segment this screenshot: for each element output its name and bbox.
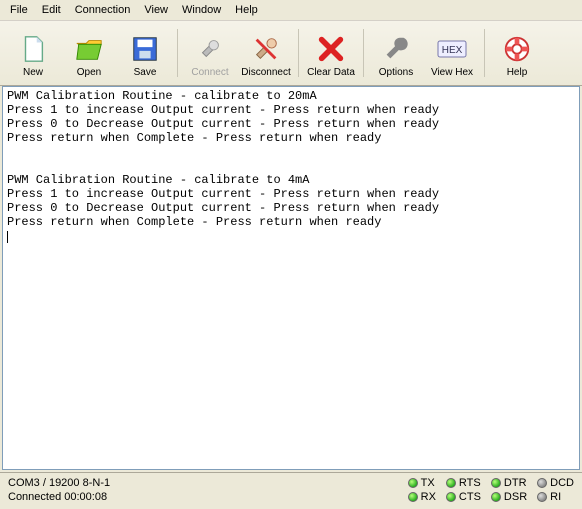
svg-text:HEX: HEX bbox=[442, 45, 463, 56]
connect-button[interactable]: Connect bbox=[183, 25, 237, 81]
toolbar: New Open Save Connect Disconnect Clear D… bbox=[0, 21, 582, 86]
plug-connect-icon bbox=[194, 33, 226, 65]
hex-icon: HEX bbox=[436, 33, 468, 65]
lifebuoy-help-icon bbox=[501, 33, 533, 65]
led-dtr: DTR bbox=[491, 477, 527, 489]
save-label: Save bbox=[134, 67, 157, 78]
led-label: DTR bbox=[504, 477, 527, 489]
led-ri: RI bbox=[537, 491, 574, 503]
viewhex-label: View Hex bbox=[431, 67, 473, 78]
toolbar-separator bbox=[298, 29, 299, 77]
led-indicator-icon bbox=[408, 478, 418, 488]
disconnect-label: Disconnect bbox=[241, 67, 290, 78]
delete-x-icon bbox=[315, 33, 347, 65]
menu-connection[interactable]: Connection bbox=[69, 2, 137, 18]
status-bar: COM3 / 19200 8-N-1 Connected 00:00:08 TX… bbox=[0, 472, 582, 509]
led-tx: TX bbox=[408, 477, 436, 489]
disconnect-button[interactable]: Disconnect bbox=[239, 25, 293, 81]
status-connected: Connected 00:00:08 bbox=[8, 491, 110, 503]
connect-label: Connect bbox=[191, 67, 228, 78]
toolbar-separator bbox=[177, 29, 178, 77]
open-button[interactable]: Open bbox=[62, 25, 116, 81]
led-rx: RX bbox=[408, 491, 436, 503]
led-indicator-icon bbox=[537, 478, 547, 488]
led-indicator-icon bbox=[537, 492, 547, 502]
floppy-save-icon bbox=[129, 33, 161, 65]
help-label: Help bbox=[507, 67, 528, 78]
led-indicator-icon bbox=[491, 492, 501, 502]
led-label: RTS bbox=[459, 477, 481, 489]
terminal-output[interactable]: PWM Calibration Routine - calibrate to 2… bbox=[2, 86, 580, 470]
led-label: TX bbox=[421, 477, 435, 489]
led-dsr: DSR bbox=[491, 491, 527, 503]
led-indicator-icon bbox=[408, 492, 418, 502]
toolbar-separator bbox=[484, 29, 485, 77]
led-cts: CTS bbox=[446, 491, 481, 503]
open-label: Open bbox=[77, 67, 101, 78]
led-indicator-icon bbox=[446, 492, 456, 502]
wrench-options-icon bbox=[380, 33, 412, 65]
menu-view[interactable]: View bbox=[138, 2, 174, 18]
toolbar-separator bbox=[363, 29, 364, 77]
status-port: COM3 / 19200 8-N-1 bbox=[8, 477, 110, 489]
led-indicator-icon bbox=[491, 478, 501, 488]
led-label: DSR bbox=[504, 491, 527, 503]
clear-data-button[interactable]: Clear Data bbox=[304, 25, 358, 81]
options-label: Options bbox=[379, 67, 413, 78]
menu-edit[interactable]: Edit bbox=[36, 2, 67, 18]
plug-disconnect-icon bbox=[250, 33, 282, 65]
new-label: New bbox=[23, 67, 43, 78]
menu-help[interactable]: Help bbox=[229, 2, 264, 18]
menu-file[interactable]: File bbox=[4, 2, 34, 18]
led-label: RI bbox=[550, 491, 561, 503]
led-label: DCD bbox=[550, 477, 574, 489]
led-label: CTS bbox=[459, 491, 481, 503]
view-hex-button[interactable]: HEX View Hex bbox=[425, 25, 479, 81]
menu-window[interactable]: Window bbox=[176, 2, 227, 18]
save-button[interactable]: Save bbox=[118, 25, 172, 81]
led-dcd: DCD bbox=[537, 477, 574, 489]
options-button[interactable]: Options bbox=[369, 25, 423, 81]
clear-label: Clear Data bbox=[307, 67, 355, 78]
file-new-icon bbox=[17, 33, 49, 65]
led-label: RX bbox=[421, 491, 436, 503]
help-button[interactable]: Help bbox=[490, 25, 544, 81]
menu-bar: File Edit Connection View Window Help bbox=[0, 0, 582, 21]
new-button[interactable]: New bbox=[6, 25, 60, 81]
led-indicator-icon bbox=[446, 478, 456, 488]
folder-open-icon bbox=[73, 33, 105, 65]
text-caret bbox=[7, 231, 8, 243]
led-rts: RTS bbox=[446, 477, 481, 489]
status-leds: TX RTS DTR DCD RX CTS DSR RI bbox=[408, 477, 574, 503]
